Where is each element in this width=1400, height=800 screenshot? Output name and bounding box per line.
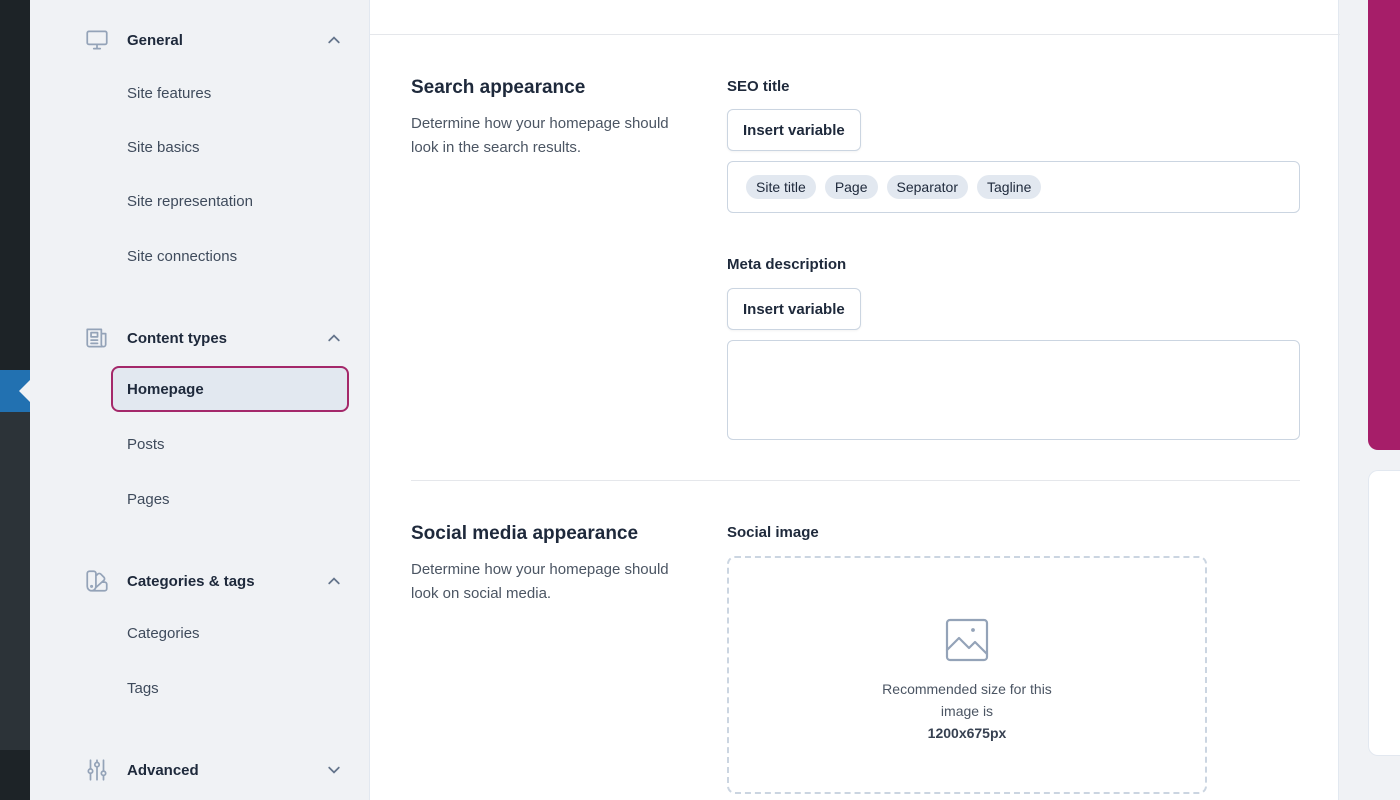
variable-chip-separator[interactable]: Separator	[886, 175, 968, 199]
social-image-label: Social image	[727, 524, 819, 541]
premium-upsell-card[interactable]	[1368, 0, 1400, 450]
search-appearance-description: Determine how your homepage should look …	[411, 115, 669, 156]
seo-title-input[interactable]: Site title Page Separator Tagline	[727, 161, 1300, 213]
chevron-up-icon[interactable]	[326, 330, 342, 346]
meta-description-insert-variable-button[interactable]: Insert variable	[727, 288, 861, 330]
sidebar-item-site-connections[interactable]: Site connections	[111, 233, 349, 279]
variable-chip-site-title[interactable]: Site title	[746, 175, 816, 199]
wp-admin-menu-lower	[0, 410, 30, 750]
newspaper-icon	[82, 323, 112, 353]
sidebar-item-tags[interactable]: Tags	[111, 665, 349, 711]
sidebar-group-categories-tags[interactable]: Categories & tags	[82, 565, 342, 597]
variable-chip-tagline[interactable]: Tagline	[977, 175, 1042, 199]
divider	[370, 34, 1340, 35]
sidebar-group-label: Categories & tags	[127, 572, 255, 590]
chevron-down-icon[interactable]	[326, 762, 342, 778]
image-icon	[945, 618, 989, 662]
sidebar-group-label: Advanced	[127, 761, 199, 779]
desktop-icon	[82, 25, 112, 55]
divider	[411, 480, 1300, 481]
sidebar-group-advanced[interactable]: Advanced	[82, 754, 342, 786]
color-swatch-icon	[82, 566, 112, 596]
side-info-card	[1368, 470, 1400, 756]
sidebar-item-categories[interactable]: Categories	[111, 610, 349, 656]
meta-description-label: Meta description	[727, 256, 847, 273]
sidebar-group-label: General	[127, 31, 183, 49]
variable-chip-page[interactable]: Page	[824, 175, 878, 199]
seo-title-insert-variable-button[interactable]: Insert variable	[727, 109, 861, 151]
adjustments-icon	[82, 755, 112, 785]
chevron-up-icon[interactable]	[326, 573, 342, 589]
sidebar-item-site-features[interactable]: Site features	[111, 70, 349, 116]
wp-admin-menu-active-item[interactable]	[0, 370, 30, 412]
search-appearance-title: Search appearance	[411, 77, 586, 98]
seo-title-label: SEO title	[727, 78, 790, 95]
meta-description-input[interactable]	[727, 340, 1300, 440]
sidebar-item-posts[interactable]: Posts	[111, 421, 349, 467]
recommended-size-text: Recommended size for this image is	[882, 681, 1052, 719]
settings-sidebar: General Site features Site basics Site r…	[30, 0, 368, 800]
sidebar-group-general[interactable]: General	[82, 24, 342, 56]
sidebar-item-homepage[interactable]: Homepage	[111, 366, 349, 412]
chevron-up-icon[interactable]	[326, 32, 342, 48]
homepage-settings-panel: Search appearance Determine how your hom…	[369, 0, 1340, 800]
sidebar-group-content-types[interactable]: Content types	[82, 322, 342, 354]
sidebar-group-label: Content types	[127, 329, 228, 347]
social-image-upload-dropzone[interactable]: Recommended size for this image is 1200x…	[727, 556, 1207, 794]
sidebar-item-pages[interactable]: Pages	[111, 476, 349, 522]
seo-title-variables: Site title Page Separator Tagline	[728, 162, 1299, 212]
sidebar-item-site-basics[interactable]: Site basics	[111, 124, 349, 170]
sidebar-item-site-representation[interactable]: Site representation	[111, 178, 349, 224]
wp-admin-menu	[0, 0, 30, 800]
social-appearance-description: Determine how your homepage should look …	[411, 561, 669, 602]
recommended-size-value: 1200x675px	[927, 725, 1007, 741]
social-appearance-title: Social media appearance	[411, 523, 639, 544]
